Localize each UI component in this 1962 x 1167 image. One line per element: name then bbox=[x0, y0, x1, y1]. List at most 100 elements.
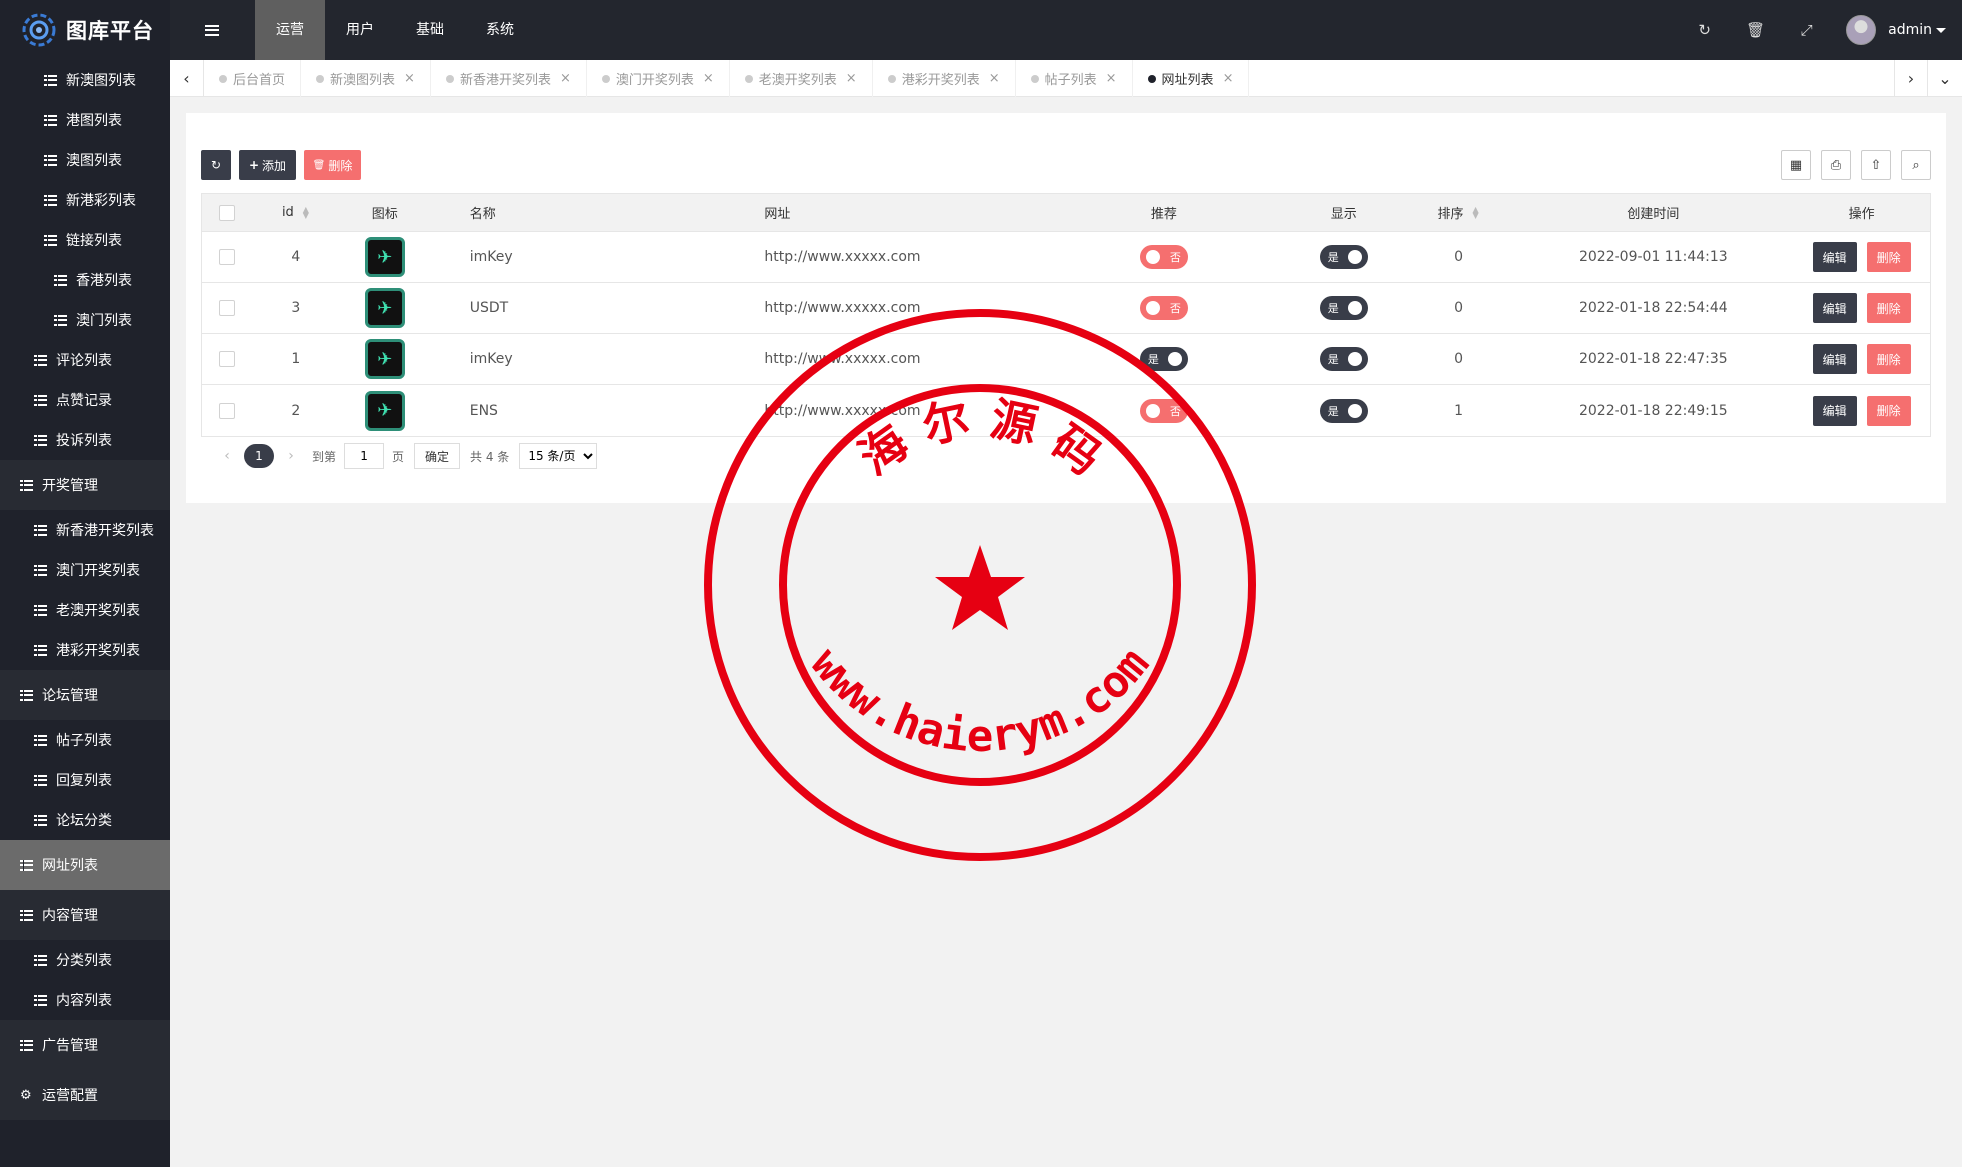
icon-cell: ✈ bbox=[340, 339, 430, 379]
sidebar-item[interactable]: 新港彩列表 bbox=[0, 180, 170, 220]
close-icon[interactable]: × bbox=[404, 71, 415, 86]
sidebar-item-label: 论坛分类 bbox=[56, 813, 112, 829]
toggle-knob bbox=[1145, 250, 1160, 264]
page-tab[interactable]: 网址列表 × bbox=[1133, 60, 1250, 97]
close-icon[interactable]: × bbox=[1106, 71, 1117, 86]
user-menu[interactable]: admin bbox=[1888, 22, 1946, 38]
sidebar-item[interactable]: 论坛管理 bbox=[0, 670, 170, 720]
delete-row-button[interactable]: 删除 bbox=[1866, 242, 1911, 272]
delete-row-button[interactable]: 删除 bbox=[1866, 395, 1911, 426]
sidebar-item[interactable]: 港图列表 bbox=[0, 100, 170, 140]
page-tab[interactable]: 帖子列表 × bbox=[1016, 60, 1133, 97]
top-nav-item[interactable]: 运营 bbox=[255, 0, 325, 60]
close-icon[interactable]: × bbox=[560, 71, 571, 86]
edit-button[interactable]: 编辑 bbox=[1812, 344, 1857, 374]
page-tab[interactable]: 港彩开奖列表 × bbox=[873, 60, 1016, 97]
recommend-toggle[interactable]: 是 bbox=[1139, 347, 1188, 371]
delete-row-button[interactable]: 删除 bbox=[1866, 293, 1911, 323]
sidebar-item[interactable]: 内容管理 bbox=[0, 890, 170, 940]
close-icon[interactable]: × bbox=[989, 71, 1000, 86]
sidebar-item[interactable]: 香港列表 bbox=[0, 260, 170, 300]
sidebar-item[interactable]: 澳门开奖列表 bbox=[0, 550, 170, 590]
created-cell: 2022-01-18 22:49:15 bbox=[1514, 403, 1794, 419]
tabs-menu-button[interactable]: ⌄ bbox=[1928, 60, 1962, 97]
edit-button[interactable]: 编辑 bbox=[1812, 395, 1857, 426]
display-toggle[interactable]: 是 bbox=[1319, 245, 1368, 269]
sidebar-item[interactable]: 港彩开奖列表 bbox=[0, 630, 170, 670]
close-icon[interactable]: × bbox=[703, 71, 714, 86]
sidebar-item[interactable]: 澳图列表 bbox=[0, 140, 170, 180]
display-toggle[interactable]: 是 bbox=[1319, 347, 1368, 371]
sidebar-item[interactable]: 内容列表 bbox=[0, 980, 170, 1020]
page-tab[interactable]: 新澳图列表 × bbox=[301, 60, 431, 97]
refresh-icon[interactable]: ↻ bbox=[1679, 0, 1730, 60]
sidebar-item[interactable]: 分类列表 bbox=[0, 940, 170, 980]
recommend-toggle[interactable]: 否 bbox=[1139, 245, 1188, 269]
page-tab[interactable]: 后台首页 bbox=[204, 60, 302, 97]
row-checkbox[interactable] bbox=[218, 249, 235, 265]
edit-button[interactable]: 编辑 bbox=[1812, 242, 1857, 272]
row-checkbox[interactable] bbox=[218, 300, 235, 316]
page-tab[interactable]: 澳门开奖列表 × bbox=[587, 60, 730, 97]
display-toggle[interactable]: 是 bbox=[1319, 398, 1368, 423]
sidebar-item[interactable]: 点赞记录 bbox=[0, 380, 170, 420]
sidebar-item[interactable]: 老澳开奖列表 bbox=[0, 590, 170, 630]
sort-icon[interactable]: ▲ ▼ bbox=[302, 205, 310, 219]
close-icon[interactable]: × bbox=[1223, 71, 1234, 86]
page-size-select[interactable]: 15 条/页 bbox=[519, 443, 598, 469]
fullscreen-icon[interactable]: ⤢ bbox=[1781, 0, 1832, 60]
sidebar-item[interactable]: 回复列表 bbox=[0, 760, 170, 800]
sidebar-item[interactable]: 广告管理 bbox=[0, 1020, 170, 1070]
header-id[interactable]: id ▲ ▼ bbox=[252, 205, 340, 220]
sidebar-item[interactable]: 评论列表 bbox=[0, 340, 170, 380]
edit-button[interactable]: 编辑 bbox=[1812, 293, 1857, 323]
sort-icon[interactable]: ▲ ▼ bbox=[1472, 205, 1480, 219]
header-sort[interactable]: 排序 ▲ ▼ bbox=[1404, 203, 1514, 222]
print-button[interactable]: ⎙ bbox=[1821, 150, 1851, 180]
trash-icon[interactable]: 🗑 bbox=[1730, 0, 1781, 60]
tabs-scroll-right-button[interactable]: › bbox=[1894, 60, 1928, 97]
recommend-toggle[interactable]: 否 bbox=[1139, 296, 1188, 320]
close-icon[interactable]: × bbox=[846, 71, 857, 86]
sidebar-item[interactable]: ⚙ 运营配置 bbox=[0, 1070, 170, 1120]
page-tab[interactable]: 老澳开奖列表 × bbox=[730, 60, 873, 97]
next-page-button[interactable]: › bbox=[278, 448, 304, 464]
rocket-icon[interactable]: ✈ bbox=[364, 390, 405, 431]
sidebar-item[interactable]: 投诉列表 bbox=[0, 420, 170, 460]
goto-confirm-button[interactable]: 确定 bbox=[414, 443, 461, 469]
top-nav-item[interactable]: 基础 bbox=[395, 0, 465, 60]
rocket-icon[interactable]: ✈ bbox=[364, 339, 405, 379]
display-toggle[interactable]: 是 bbox=[1319, 296, 1368, 320]
tabs-scroll-left-button[interactable]: ‹ bbox=[170, 60, 204, 97]
sidebar-item[interactable]: 链接列表 bbox=[0, 220, 170, 260]
search-button[interactable]: ⌕ bbox=[1901, 150, 1931, 180]
rocket-icon[interactable]: ✈ bbox=[364, 237, 405, 277]
export-button[interactable]: ⇧ bbox=[1861, 150, 1891, 180]
sidebar-item[interactable]: 论坛分类 bbox=[0, 800, 170, 840]
current-page[interactable]: 1 bbox=[244, 444, 274, 468]
prev-page-button[interactable]: ‹ bbox=[214, 448, 240, 464]
add-button[interactable]: + 添加 bbox=[239, 150, 296, 180]
avatar[interactable] bbox=[1846, 15, 1877, 45]
goto-page-input[interactable] bbox=[344, 443, 385, 469]
sidebar-item[interactable]: 新澳图列表 bbox=[0, 60, 170, 100]
refresh-button[interactable]: ↻ bbox=[201, 150, 231, 180]
sidebar-item[interactable]: 新香港开奖列表 bbox=[0, 510, 170, 550]
delete-row-button[interactable]: 删除 bbox=[1866, 344, 1911, 374]
sidebar-item[interactable]: 澳门列表 bbox=[0, 300, 170, 340]
sidebar-item[interactable]: 帖子列表 bbox=[0, 720, 170, 760]
row-checkbox[interactable] bbox=[218, 402, 235, 419]
delete-button[interactable]: 🗑 删除 bbox=[304, 150, 361, 180]
sidebar-item[interactable]: 网址列表 bbox=[0, 840, 170, 890]
sidebar-item[interactable]: 开奖管理 bbox=[0, 460, 170, 510]
logo[interactable]: 图库平台 bbox=[0, 0, 170, 60]
select-all-checkbox[interactable] bbox=[218, 204, 235, 221]
rocket-icon[interactable]: ✈ bbox=[364, 288, 405, 328]
recommend-toggle[interactable]: 否 bbox=[1139, 398, 1188, 423]
page-tab[interactable]: 新香港开奖列表 × bbox=[431, 60, 587, 97]
top-nav-item[interactable]: 用户 bbox=[325, 0, 395, 60]
menu-toggle-button[interactable] bbox=[170, 0, 254, 60]
top-nav-item[interactable]: 系统 bbox=[465, 0, 535, 60]
row-checkbox[interactable] bbox=[218, 351, 235, 367]
columns-filter-button[interactable]: ▦ bbox=[1781, 150, 1811, 180]
